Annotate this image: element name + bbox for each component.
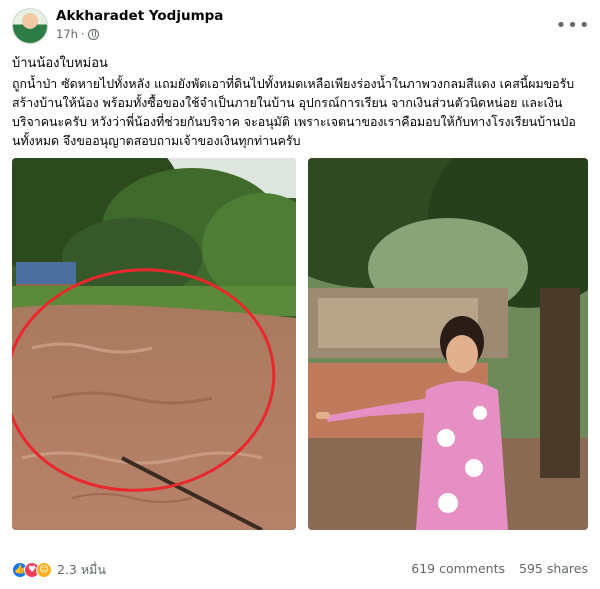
more-options-icon[interactable]: ••• bbox=[556, 12, 590, 38]
post-stats: 619 comments 595 shares bbox=[411, 561, 588, 576]
reactions-summary[interactable]: 👍 ♥ ☺ 2.3 หมื่น bbox=[12, 560, 106, 580]
post-body: ถูกน้ำป่า ซัดหายไปทั้งหลัง แถมยังพัดเอาท… bbox=[12, 76, 576, 148]
post-time[interactable]: 17h bbox=[56, 27, 78, 41]
shares-count[interactable]: 595 shares bbox=[519, 561, 588, 576]
flood-photo[interactable] bbox=[10, 156, 298, 532]
flood-photo-image bbox=[12, 158, 296, 530]
comments-count[interactable]: 619 comments bbox=[411, 561, 505, 576]
post-title: บ้านน้องใบหม่อน bbox=[12, 56, 108, 71]
care-icon: ☺ bbox=[36, 562, 52, 578]
author-avatar[interactable] bbox=[12, 8, 48, 44]
author-name[interactable]: Akkharadet Yodjumpa bbox=[56, 8, 223, 24]
post-meta: 17h · bbox=[56, 27, 99, 41]
post-header: Akkharadet Yodjumpa 17h · ••• bbox=[12, 6, 590, 46]
facebook-post: Akkharadet Yodjumpa 17h · ••• บ้านน้องใบ… bbox=[0, 0, 600, 589]
post-footer: 👍 ♥ ☺ 2.3 หมื่น 619 comments 595 shares bbox=[12, 556, 588, 582]
reaction-count[interactable]: 2.3 หมื่น bbox=[57, 560, 106, 580]
globe-icon bbox=[87, 28, 99, 40]
photo-grid bbox=[10, 156, 590, 532]
girl-photo[interactable] bbox=[306, 156, 590, 532]
girl-photo-image bbox=[308, 158, 588, 530]
